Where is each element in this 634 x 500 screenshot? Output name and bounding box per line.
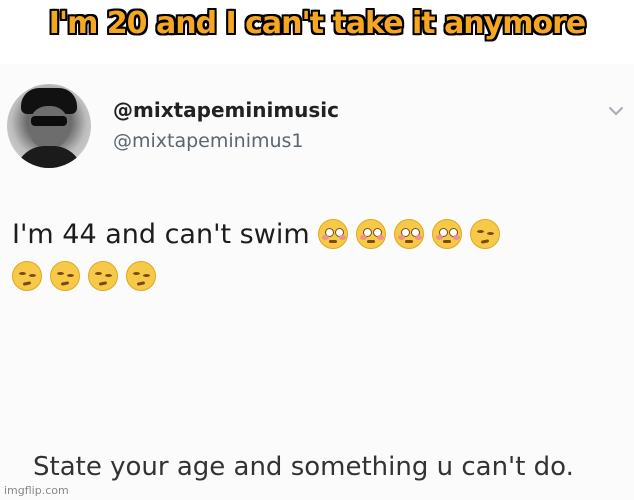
avatar[interactable] <box>7 84 91 168</box>
user-handle[interactable]: @mixtapeminimus1 <box>113 130 304 152</box>
woozy-face-icon <box>12 260 42 291</box>
flushed-face-icon <box>318 219 349 249</box>
quoted-text: State your age and something u can't do. <box>33 452 574 482</box>
chevron-down-icon[interactable] <box>607 102 625 120</box>
woozy-face-icon <box>50 260 80 291</box>
woozy-face-icon <box>470 219 501 249</box>
meme-caption: I'm 20 and I can't take it anymore <box>48 6 586 41</box>
flushed-face-icon <box>394 219 425 249</box>
display-name[interactable]: @mixtapeminimusic <box>113 98 339 122</box>
tweet-text-content: I'm 44 and can't swim <box>12 219 310 250</box>
woozy-face-icon <box>88 260 118 291</box>
tweet-text: I'm 44 and can't swim <box>12 214 612 298</box>
watermark: imgflip.com <box>4 484 69 497</box>
flushed-face-icon <box>432 219 463 249</box>
tweet-card: @mixtapeminimusic @mixtapeminimus1 I'm 4… <box>0 64 634 500</box>
woozy-face-icon <box>126 260 156 291</box>
flushed-face-icon <box>356 219 387 249</box>
